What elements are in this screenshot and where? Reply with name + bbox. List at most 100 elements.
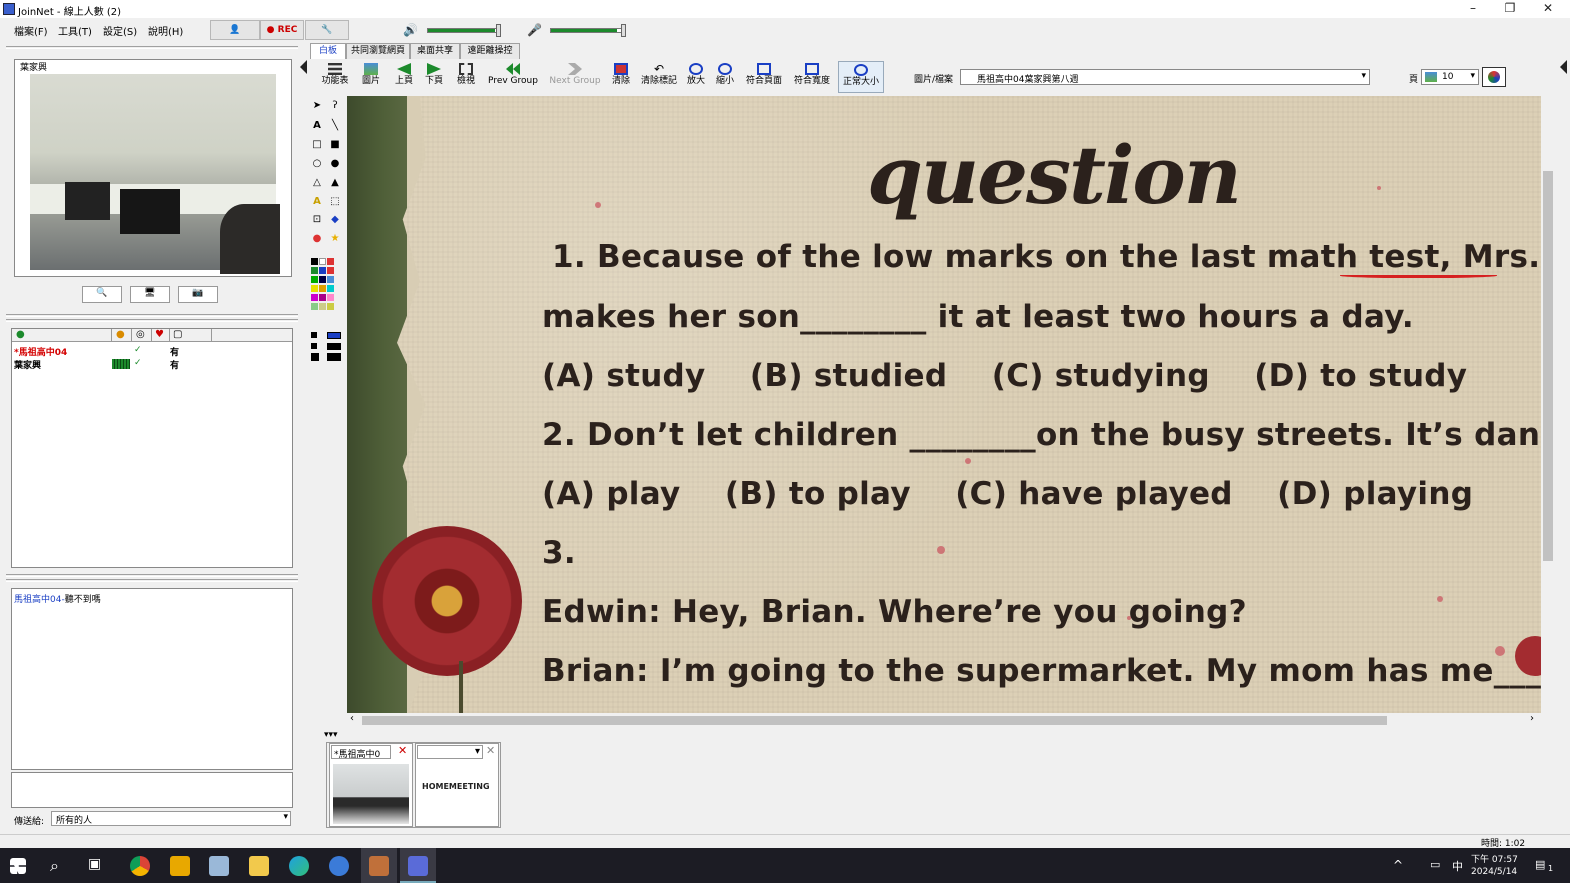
lasso-icon[interactable]: ʔ xyxy=(327,98,343,114)
swatch-lime[interactable] xyxy=(311,276,318,283)
clock-time[interactable]: 下午 07:57 xyxy=(1471,852,1518,865)
folder-icon[interactable] xyxy=(249,856,269,876)
tab-whiteboard[interactable]: 白板 xyxy=(310,43,346,59)
col-doc-icon[interactable]: ▢ xyxy=(170,329,212,342)
menu-file[interactable]: 檔案(F) xyxy=(14,23,48,38)
swatch-olive[interactable] xyxy=(327,303,334,310)
edge-icon[interactable] xyxy=(289,856,309,876)
app-icon-blue[interactable] xyxy=(329,856,349,876)
star-icon[interactable]: ★ xyxy=(327,231,343,247)
line-tool-icon[interactable]: ╲ xyxy=(327,118,343,134)
start-icon[interactable] xyxy=(10,858,26,874)
menu-tools[interactable]: 工具(T) xyxy=(58,23,92,38)
ellipse-outline-icon[interactable]: ○ xyxy=(309,156,325,172)
close-icon[interactable]: ✕ xyxy=(398,744,407,757)
send-to-select[interactable]: 所有的人 ▾ xyxy=(51,811,291,826)
speaker-volume-knob[interactable] xyxy=(496,24,501,37)
col-user-icon[interactable]: ● xyxy=(12,329,112,342)
swatch-purple[interactable] xyxy=(319,294,326,301)
tab-cobrowse[interactable]: 共同瀏覽網頁 xyxy=(346,43,410,59)
hand-raise-button[interactable]: 👤 xyxy=(210,20,260,40)
swatch-khaki[interactable] xyxy=(319,303,326,310)
app-icon-yellow[interactable] xyxy=(170,856,190,876)
tab-remote-control[interactable]: 遠距離操控 xyxy=(460,43,520,59)
horizontal-scrollbar[interactable]: ‹ › xyxy=(347,713,1541,728)
mic-volume-knob[interactable] xyxy=(621,24,626,37)
mic-volume-slider[interactable] xyxy=(550,24,626,37)
swatch-navy[interactable] xyxy=(319,276,326,283)
camera-source-button[interactable]: 🖥 xyxy=(130,286,170,303)
swatch-magenta[interactable] xyxy=(311,294,318,301)
tool-next-group[interactable]: Next Group xyxy=(546,61,604,93)
line-width-5[interactable] xyxy=(311,353,319,361)
speaker-volume-slider[interactable] xyxy=(427,24,501,37)
vertical-scroll-thumb[interactable] xyxy=(1543,171,1553,561)
swatch-pink[interactable] xyxy=(327,294,334,301)
ime-indicator[interactable]: 中 xyxy=(1452,858,1463,874)
swatch-white[interactable] xyxy=(319,258,326,265)
record-button[interactable]: ● REC xyxy=(260,20,304,40)
polygon-filled-icon[interactable]: ▲ xyxy=(327,175,343,191)
tool-fit-width[interactable]: 符合寬度 xyxy=(790,61,834,93)
empty-thumbnail[interactable]: ▾ ✕ HOMEMEETING xyxy=(415,743,499,827)
close-button[interactable]: ✕ xyxy=(1530,0,1566,18)
collapse-left-icon[interactable] xyxy=(300,60,307,74)
swatch-light-green[interactable] xyxy=(311,303,318,310)
text-tool-icon[interactable]: A xyxy=(309,118,325,134)
collapse-strip-icon[interactable]: ▾▾▾ xyxy=(324,730,338,740)
eraser-icon[interactable]: ◆ xyxy=(327,212,343,228)
tool-menu[interactable]: 功能表 xyxy=(318,61,352,93)
line-width-6[interactable] xyxy=(327,353,341,361)
tool-prev-group[interactable]: Prev Group xyxy=(485,61,541,93)
pointer-icon[interactable]: ➤ xyxy=(309,98,325,114)
tray-chevron-icon[interactable]: ^ xyxy=(1393,858,1403,872)
rect-outline-icon[interactable]: □ xyxy=(309,137,325,153)
participant-select[interactable]: *馬祖高中0 xyxy=(331,745,391,760)
swatch-red-2[interactable] xyxy=(327,267,334,274)
tool-clear-marks[interactable]: ↶ 清除標記 xyxy=(638,61,680,93)
chrome-icon[interactable] xyxy=(130,856,150,876)
rect-filled-icon[interactable]: ■ xyxy=(327,137,343,153)
user-row[interactable]: *馬祖高中04 ✓ 有 xyxy=(14,345,284,358)
tool-next-page[interactable]: 下頁 xyxy=(420,61,448,93)
virtualbox-icon[interactable] xyxy=(209,856,229,876)
horizontal-scroll-thumb[interactable] xyxy=(362,716,1387,725)
ellipse-filled-icon[interactable]: ● xyxy=(327,156,343,172)
line-width-picker[interactable] xyxy=(311,332,343,362)
polygon-outline-icon[interactable]: △ xyxy=(309,175,325,191)
wrench-button[interactable]: 🔧 xyxy=(305,20,349,40)
scroll-left-icon[interactable]: ‹ xyxy=(350,713,354,724)
clock-date[interactable]: 2024/5/14 xyxy=(1471,867,1517,877)
snapshot-button[interactable]: 📷 xyxy=(178,286,218,303)
network-icon[interactable]: ▭ xyxy=(1430,858,1440,871)
swatch-cyan[interactable] xyxy=(327,285,334,292)
apple-icon[interactable]: ● xyxy=(309,231,325,247)
notification-icon[interactable]: ▤ xyxy=(1535,858,1545,871)
swatch-sky[interactable] xyxy=(327,276,334,283)
tool-zoom-in[interactable]: 放大 xyxy=(683,61,709,93)
swatch-green[interactable] xyxy=(311,267,318,274)
col-mic-icon[interactable]: ◎ xyxy=(132,329,152,342)
task-view-icon[interactable]: ▣ xyxy=(88,856,101,872)
tool-image[interactable]: 圖片 xyxy=(356,61,386,93)
camera-zoom-button[interactable]: 🔍 xyxy=(82,286,122,303)
line-width-4[interactable] xyxy=(327,343,341,350)
whiteboard-canvas[interactable]: question 1. Because of the low marks on … xyxy=(347,96,1541,713)
tool-actual-size[interactable]: 正常大小 xyxy=(838,61,884,93)
col-heart-icon[interactable]: ♥ xyxy=(152,329,170,342)
tool-view[interactable]: 檢視 xyxy=(450,61,482,93)
empty-select[interactable]: ▾ xyxy=(417,745,483,759)
chat-log[interactable]: 馬祖高中04-聽不到嗎 xyxy=(11,588,293,770)
chat-input[interactable] xyxy=(11,772,293,808)
swatch-black[interactable] xyxy=(311,258,318,265)
swatch-blue[interactable] xyxy=(319,267,326,274)
close-icon[interactable]: ✕ xyxy=(486,744,495,757)
collapse-right-icon[interactable] xyxy=(1560,60,1567,74)
line-width-3[interactable] xyxy=(311,343,317,349)
participant-thumbnail[interactable]: *馬祖高中0 ✕ xyxy=(329,743,413,827)
page-select[interactable]: 10 ▾ xyxy=(1421,69,1479,85)
capture-icon[interactable]: ⊡ xyxy=(309,212,325,228)
file-select[interactable]: 馬祖高中04葉家興第八週 ▾ xyxy=(960,69,1370,85)
color-palette-button[interactable] xyxy=(1482,67,1506,87)
select-area-icon[interactable]: ⬚ xyxy=(327,194,343,210)
